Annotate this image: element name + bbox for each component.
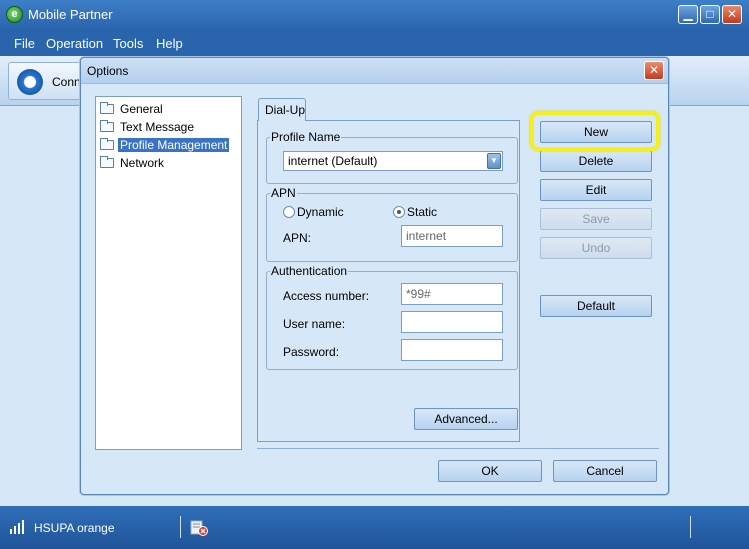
access-number-label: Access number:	[283, 289, 370, 303]
status-bar: HSUPA orange	[0, 506, 749, 549]
profile-name-legend: Profile Name	[270, 130, 342, 144]
menu-file[interactable]: File	[14, 36, 35, 51]
apn-field-label: APN:	[283, 231, 312, 245]
main-title-bar: e Mobile Partner ▁ □ ✕	[0, 0, 749, 30]
network-status: HSUPA orange	[34, 521, 115, 535]
delete-button[interactable]: Delete	[540, 150, 652, 172]
profile-select[interactable]: internet (Default) ▼	[283, 151, 503, 171]
new-button-highlight	[530, 111, 660, 151]
tree-item-label: General	[120, 102, 163, 116]
status-separator-right	[690, 516, 691, 538]
chevron-down-icon[interactable]: ▼	[487, 153, 501, 169]
dynamic-radio[interactable]	[283, 206, 295, 218]
apn-input[interactable]: internet	[401, 225, 503, 247]
user-name-label: User name:	[283, 317, 346, 331]
status-separator	[180, 516, 181, 538]
authentication-legend: Authentication	[270, 264, 349, 278]
tab-label: Dial-Up	[265, 103, 306, 117]
dialog-title-bar: Options ✕	[81, 58, 668, 84]
undo-button[interactable]: Undo	[540, 237, 652, 259]
tab-dial-up[interactable]: Dial-Up	[258, 98, 306, 121]
cancel-button[interactable]: Cancel	[553, 460, 657, 482]
password-label: Password:	[283, 345, 340, 359]
menu-bar: File Operation Tools Help	[0, 30, 749, 56]
folder-icon	[100, 120, 114, 132]
profile-name-group: Profile Name internet (Default) ▼	[266, 130, 518, 184]
mobile-partner-logo-icon: e	[6, 6, 23, 23]
connect-icon	[17, 69, 43, 95]
menu-help[interactable]: Help	[156, 36, 183, 51]
options-tree: General Text Message Profile Management …	[95, 96, 242, 450]
user-name-input[interactable]	[401, 311, 503, 333]
tree-item-label: Text Message	[120, 120, 195, 134]
apn-group: APN Dynamic Static APN: internet	[266, 186, 518, 262]
ok-button[interactable]: OK	[438, 460, 542, 482]
folder-icon	[100, 102, 114, 114]
tree-item-label: Profile Management	[118, 138, 230, 152]
selected-profile: internet (Default)	[288, 154, 378, 168]
menu-tools[interactable]: Tools	[113, 36, 143, 51]
advanced-button[interactable]: Advanced...	[414, 408, 518, 430]
tree-item-label: Network	[120, 156, 165, 170]
save-button[interactable]: Save	[540, 208, 652, 230]
folder-icon	[100, 156, 114, 168]
edit-button[interactable]: Edit	[540, 179, 652, 201]
password-input[interactable]	[401, 339, 503, 361]
close-button[interactable]: ✕	[722, 5, 742, 24]
static-label: Static	[407, 205, 438, 219]
dynamic-label: Dynamic	[297, 205, 344, 219]
divider	[257, 448, 659, 449]
default-button[interactable]: Default	[540, 295, 652, 317]
message-error-icon[interactable]	[190, 520, 208, 536]
dial-up-panel: Profile Name internet (Default) ▼ APN Dy…	[257, 120, 520, 442]
apn-legend: APN	[270, 186, 297, 200]
access-number-input[interactable]: *99#	[401, 283, 503, 305]
dialog-close-button[interactable]: ✕	[644, 61, 664, 80]
dialog-title: Options	[87, 64, 129, 78]
maximize-button[interactable]: □	[700, 5, 720, 24]
menu-operation[interactable]: Operation	[46, 36, 103, 51]
window-title: Mobile Partner	[28, 7, 113, 22]
authentication-group: Authentication Access number: *99# User …	[266, 264, 518, 370]
folder-open-icon	[100, 138, 114, 150]
minimize-button[interactable]: ▁	[678, 5, 698, 24]
signal-strength-icon	[10, 520, 26, 534]
static-radio[interactable]	[393, 206, 405, 218]
